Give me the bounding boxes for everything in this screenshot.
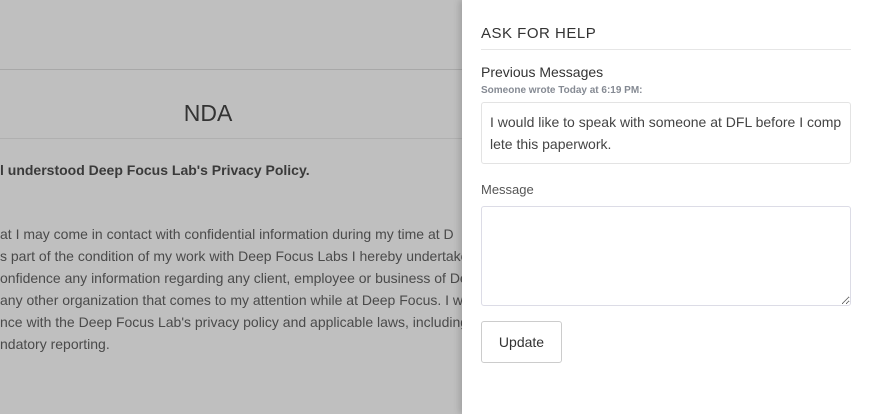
privacy-acknowledgement: l understood Deep Focus Lab's Privacy Po… — [0, 162, 310, 178]
ask-for-help-panel: ASK FOR HELP Previous Messages Someone w… — [462, 0, 870, 414]
update-button[interactable]: Update — [481, 321, 562, 363]
paragraph-line: any other organization that comes to my … — [0, 292, 462, 308]
paragraph-line: at I may come in contact with confidenti… — [0, 226, 454, 242]
previous-messages-label: Previous Messages — [481, 64, 604, 80]
heading-divider — [481, 49, 851, 50]
paragraph-line: onfidence any information regarding any … — [0, 270, 462, 286]
paragraph-line: ndatory reporting. — [0, 336, 110, 352]
message-label: Message — [481, 182, 534, 197]
message-meta: Someone wrote Today at 6:19 PM: — [481, 85, 643, 96]
message-input[interactable] — [481, 206, 851, 306]
document-title: NDA — [183, 100, 233, 126]
header-divider — [0, 69, 462, 70]
title-divider — [0, 138, 462, 139]
paragraph-line: nce with the Deep Focus Lab's privacy po… — [0, 314, 462, 330]
panel-heading: ASK FOR HELP — [481, 25, 597, 42]
paragraph-line: s part of the condition of my work with … — [0, 248, 462, 264]
previous-message: I would like to speak with someone at DF… — [481, 102, 851, 164]
document-backdrop: NDA l understood Deep Focus Lab's Privac… — [0, 0, 462, 414]
